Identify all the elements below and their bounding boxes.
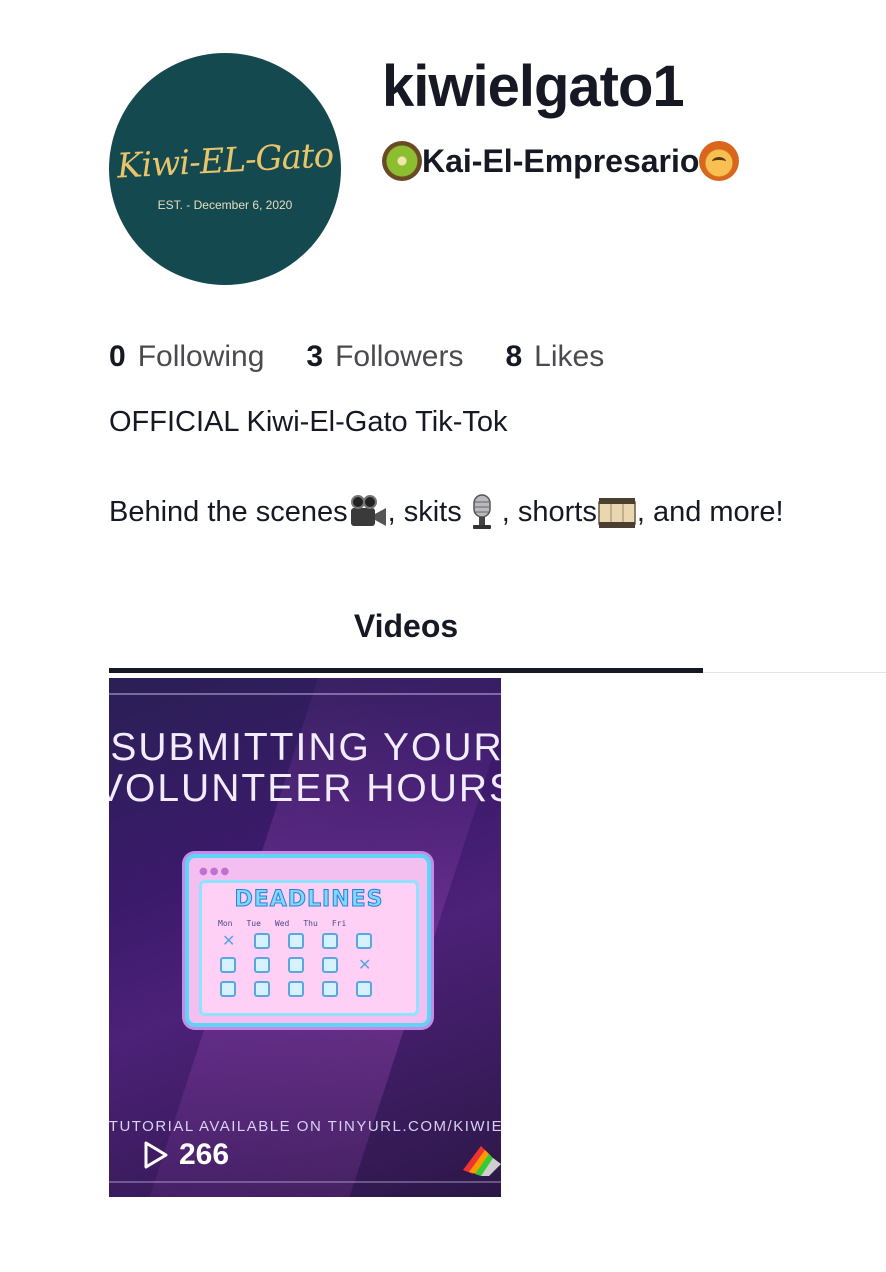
following-count: 0 <box>109 340 126 373</box>
day-label: Wed <box>274 919 290 928</box>
video-thumbnail[interactable]: SUBMITTING YOUR VOLUNTEER HOURS ●●● DEAD… <box>109 678 501 1197</box>
profile-avatar: Kiwi-EL-Gato EST. - December 6, 2020 <box>109 53 341 285</box>
profile-username: kiwielgato1 <box>382 54 685 119</box>
followers-count: 3 <box>306 340 324 373</box>
following-label: Following <box>137 340 265 373</box>
profile-nickname: Kai-El-Empresario <box>382 140 740 182</box>
video-camera-emoji-icon <box>350 495 386 526</box>
day-label: Fri <box>331 919 347 928</box>
calendar-cell <box>322 957 338 973</box>
calendar-cell <box>288 933 304 949</box>
play-icon <box>144 1141 168 1169</box>
microphone-emoji-icon <box>472 494 491 529</box>
calendar-days: Mon Tue Wed Thu Fri <box>218 919 346 928</box>
calendar-cell <box>322 933 338 949</box>
followers-label: Followers <box>335 340 464 373</box>
calendar-cell <box>254 957 270 973</box>
calendar-grid: ✕ ✕ <box>220 933 376 997</box>
rainbow-arrow-icon <box>463 1146 501 1176</box>
profile-stats: 0 Following 3 Followers 8 Likes <box>109 340 646 374</box>
bio-line-2: Behind the scenes , skits , shorts , and… <box>109 492 784 532</box>
bio-text-part: , shorts <box>501 495 597 528</box>
tab-divider <box>703 672 886 673</box>
calendar-cell <box>288 957 304 973</box>
avatar-est-text: EST. - December 6, 2020 <box>157 198 293 212</box>
calendar-cell <box>356 981 372 997</box>
calendar-cell <box>254 981 270 997</box>
calendar-cell <box>220 981 236 997</box>
bio-line-1: OFFICIAL Kiwi-El-Gato Tik-Tok <box>109 406 508 438</box>
day-label: Tue <box>246 919 261 928</box>
calendar-cell <box>220 957 236 973</box>
likes-label: Likes <box>534 340 605 373</box>
x-mark-icon: ✕ <box>358 955 372 974</box>
likes-count: 8 <box>505 340 523 373</box>
bio-text-part: Behind the scenes <box>109 495 348 528</box>
tab-videos[interactable]: Videos <box>109 608 703 660</box>
avatar-brand-text: Kiwi-EL-Gato <box>115 135 334 187</box>
view-count-value: 266 <box>179 1138 230 1171</box>
thumbnail-top-line <box>109 693 501 695</box>
lion-emoji-icon <box>699 141 740 181</box>
bio-text-part: , skits <box>387 495 462 528</box>
view-count: 266 <box>143 1138 229 1172</box>
x-mark-icon: ✕ <box>222 931 236 950</box>
window-dots-icon: ●●● <box>199 866 232 877</box>
deadlines-calendar-graphic: ●●● DEADLINES Mon Tue Wed Thu Fri ✕ ✕ <box>185 854 431 1027</box>
calendar-cell <box>254 933 270 949</box>
film-emoji-icon <box>598 498 636 528</box>
calendar-panel: DEADLINES Mon Tue Wed Thu Fri ✕ ✕ <box>199 880 419 1016</box>
stat-likes: 8 Likes <box>505 340 604 374</box>
calendar-cell <box>288 981 304 997</box>
day-label: Thu <box>303 919 318 928</box>
calendar-cell <box>322 981 338 997</box>
day-label: Mon <box>218 919 233 928</box>
kiwi-emoji-icon <box>382 141 422 181</box>
video-title-line-1: SUBMITTING YOUR <box>110 726 501 769</box>
video-footer-text: TUTORIAL AVAILABLE ON TINYURL.COM/KIWIE <box>109 1118 501 1135</box>
video-title-line-2: VOLUNTEER HOURS <box>109 767 501 810</box>
stat-following[interactable]: 0 Following <box>109 340 264 374</box>
nickname-text: Kai-El-Empresario <box>422 142 700 179</box>
bio-text-part: , and more! <box>636 495 784 528</box>
active-tab-indicator <box>109 668 703 673</box>
calendar-heading: DEADLINES <box>234 887 384 913</box>
thumbnail-bottom-line <box>109 1181 501 1183</box>
stat-followers[interactable]: 3 Followers <box>306 340 463 374</box>
calendar-cell <box>356 933 372 949</box>
